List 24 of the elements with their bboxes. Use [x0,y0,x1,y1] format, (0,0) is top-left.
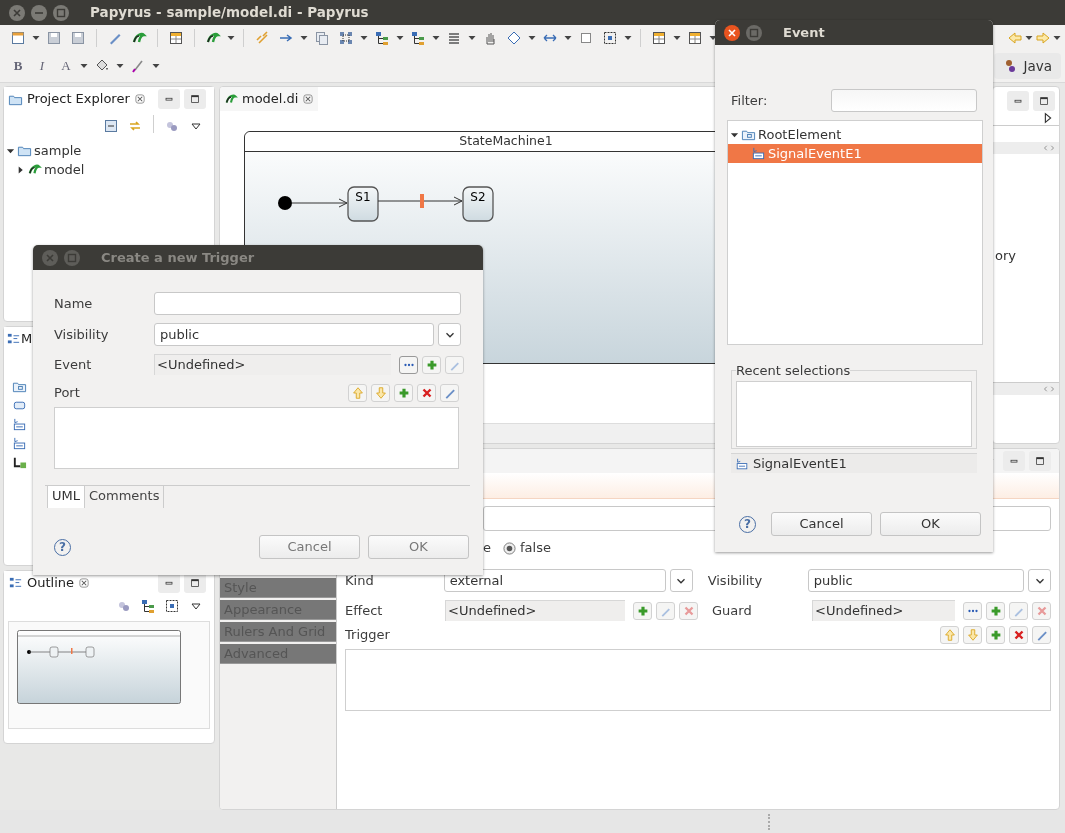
field-label: Visibility [707,571,764,590]
text-fragment: e [483,539,491,558]
view-title: M [21,330,33,349]
text-fragment: ory [995,247,1017,265]
event-field: <Undefined> [154,354,391,375]
view-title: Outline [27,574,75,593]
field-label: Effect [345,601,384,620]
dialog-title: Event [783,23,825,42]
status-text: SignalEventE1 [753,454,847,473]
state-machine-title: StateMachine1 [459,132,553,150]
field-label: Trigger [345,626,390,644]
field-label: Kind [345,571,374,590]
radio-label: false [520,539,551,558]
effect-field: <Undefined> [445,600,625,621]
guard-field: <Undefined> [812,600,955,621]
view-title: Project Explorer [27,90,130,109]
field-label: Name [54,294,94,313]
field-label: Event [54,355,93,374]
field-label: Filter: [731,91,769,110]
dialog-title: Create a new Trigger [101,248,255,267]
field-label: Port [54,384,80,402]
field-label: Guard [712,601,753,620]
field-label: Visibility [54,325,110,344]
window-title: Papyrus - sample/model.di - Papyrus [90,3,369,23]
